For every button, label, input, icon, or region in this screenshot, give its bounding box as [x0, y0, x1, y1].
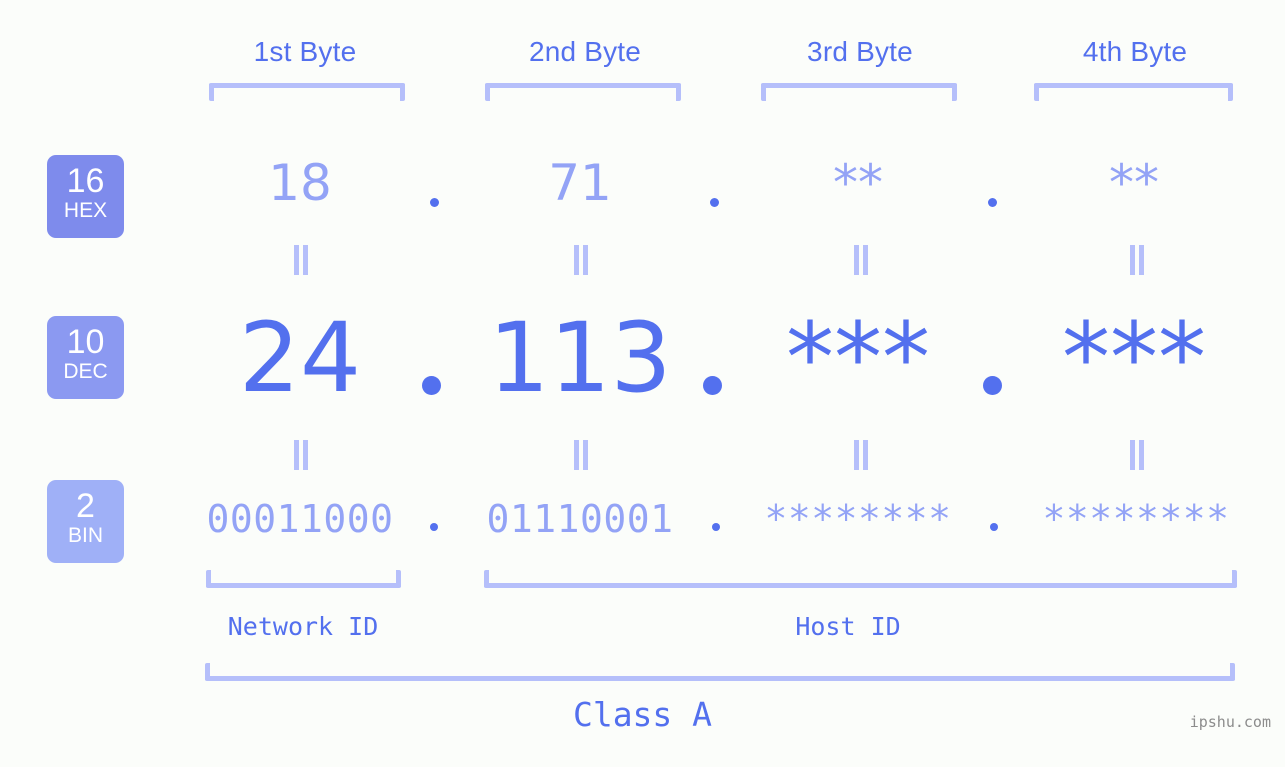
dec-byte-2: 113 [488, 302, 672, 414]
badge-bin-base: BIN [67, 524, 103, 547]
badge-bin: 2 BIN [47, 480, 124, 563]
byte-bracket-3 [761, 83, 957, 101]
hex-byte-2: 71 [548, 154, 612, 212]
equals-sign-hex-dec-1 [290, 245, 312, 275]
bin-dot-1 [430, 523, 438, 531]
equals-sign-dec-bin-4 [1126, 440, 1148, 470]
byte-header-3: 3rd Byte [807, 36, 913, 67]
watermark: ipshu.com [1189, 713, 1271, 731]
equals-sign-dec-bin-2 [570, 440, 592, 470]
equals-sign-dec-bin-3 [850, 440, 872, 470]
byte-bracket-2 [485, 83, 681, 101]
class-label: Class A [572, 695, 713, 734]
hex-dot-3 [988, 198, 997, 207]
hex-byte-1: 18 [268, 154, 332, 212]
hex-dot-2 [710, 198, 719, 207]
hex-dot-1 [430, 198, 439, 207]
badge-dec-number: 10 [66, 323, 105, 361]
dec-dot-2 [703, 376, 722, 395]
equals-sign-hex-dec-2 [570, 245, 592, 275]
class-bracket [205, 663, 1235, 681]
badge-hex-number: 16 [66, 162, 105, 200]
bin-byte-2: 01110001 [486, 497, 674, 541]
bin-byte-1: 00011000 [206, 497, 394, 541]
byte-bracket-1 [209, 83, 405, 101]
byte-header-2: 2nd Byte [528, 36, 642, 67]
bin-dot-2 [712, 523, 720, 531]
dec-byte-4: *** [1062, 302, 1206, 414]
equals-sign-hex-dec-4 [1126, 245, 1148, 275]
dec-dot-3 [983, 376, 1002, 395]
byte-header-4: 4th Byte [1082, 36, 1188, 67]
hex-byte-3: ** [833, 154, 883, 212]
bin-byte-3: ******** [764, 497, 952, 541]
badge-hex-base: HEX [63, 199, 108, 222]
network-id-label: Network ID [227, 612, 379, 641]
byte-bracket-4 [1034, 83, 1233, 101]
hex-byte-4: ** [1109, 154, 1159, 212]
ip-address-breakdown-diagram: 1st Byte 2nd Byte 3rd Byte 4th Byte 16 H… [0, 0, 1285, 767]
badge-dec-base: DEC [63, 360, 108, 383]
host-id-label: Host ID [795, 612, 901, 641]
host-id-bracket [484, 570, 1237, 588]
bin-byte-4: ******** [1042, 497, 1230, 541]
network-id-bracket [206, 570, 401, 588]
dec-byte-1: 24 [238, 302, 362, 414]
equals-sign-hex-dec-3 [850, 245, 872, 275]
badge-bin-number: 2 [76, 487, 95, 525]
badge-hex: 16 HEX [47, 155, 124, 238]
byte-header-1: 1st Byte [253, 36, 357, 67]
equals-sign-dec-bin-1 [290, 440, 312, 470]
dec-dot-1 [422, 376, 441, 395]
badge-dec: 10 DEC [47, 316, 124, 399]
dec-byte-3: *** [786, 302, 930, 414]
bin-dot-3 [990, 523, 998, 531]
